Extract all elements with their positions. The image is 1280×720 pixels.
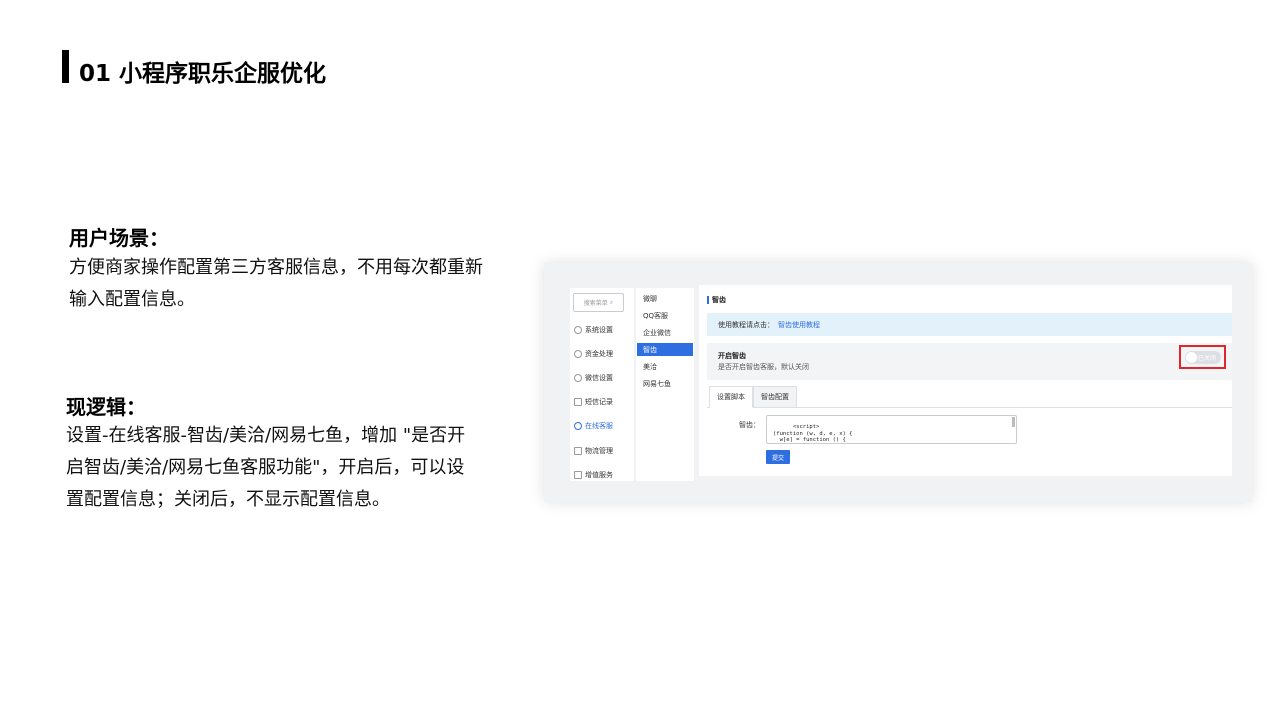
toggle-knob [1186, 352, 1197, 363]
headset-icon [574, 422, 582, 430]
tab-script[interactable]: 设置脚本 [709, 386, 753, 408]
nav-item-value-added[interactable]: 增值服务 [574, 466, 613, 484]
logic-heading: 现逻辑： [66, 395, 146, 419]
logic-line: 启智齿/美洽/网易七鱼客服功能"，开启后，可以设 [66, 457, 465, 478]
nav-item-logistics[interactable]: 物流管理 [574, 442, 613, 460]
textarea-scrollbar[interactable] [1012, 417, 1015, 427]
script-textarea[interactable]: <script> (function (w, d, e, x) { w[e] =… [766, 415, 1017, 444]
nav-item-label: 系统设置 [585, 326, 613, 334]
toggle-state: 已关闭 [1197, 355, 1216, 362]
scene-line: 输入配置信息。 [69, 289, 195, 310]
scene-body: 方便商家操作配置第三方客服信息，不用每次都重新 输入配置信息。 [69, 252, 483, 316]
tutorial-link[interactable]: 智齿使用教程 [778, 320, 820, 330]
nav-item-label: 增值服务 [585, 471, 613, 479]
nav-item-wechat-settings[interactable]: 微信设置 [574, 369, 613, 387]
tutorial-tip: 使用教程请点击： 智齿使用教程 [707, 313, 1232, 336]
enable-toggle[interactable]: 已关闭 [1185, 351, 1221, 364]
subnav-item-zhichi[interactable]: 智齿 [637, 343, 693, 356]
mail-icon [574, 398, 582, 406]
nav-item-label: 物流管理 [585, 447, 613, 455]
secondary-nav: 微聊 QQ客服 企业微信 智齿 美洽 网易七鱼 [636, 288, 694, 481]
tab-config[interactable]: 智齿配置 [753, 386, 797, 408]
script-field-label: 智齿： [739, 421, 760, 429]
logic-body: 设置-在线客服-智齿/美洽/网易七鱼，增加 "是否开 启智齿/美洽/网易七鱼客服… [66, 420, 465, 516]
nav-item-funds[interactable]: 资金处理 [574, 345, 613, 363]
logic-line: 设置-在线客服-智齿/美洽/网易七鱼，增加 "是否开 [66, 425, 466, 446]
coin-icon [574, 350, 582, 358]
nav-item-system-settings[interactable]: 系统设置 [574, 321, 613, 339]
search-placeholder: 搜索菜单 [583, 300, 608, 307]
subnav-item-wecom[interactable]: 企业微信 [637, 326, 693, 339]
nav-item-online-service[interactable]: 在线客服 [574, 417, 613, 435]
tip-text: 使用教程请点击： [718, 320, 774, 329]
nav-item-label: 资金处理 [585, 350, 613, 358]
script-code: <script> (function (w, d, e, x) { w[e] =… [773, 424, 853, 443]
tabs: 设置脚本 智齿配置 [707, 386, 1232, 408]
highlight-box: 已关闭 [1179, 345, 1226, 369]
main-title-text: 智齿 [712, 296, 726, 304]
nav-item-label: 在线客服 [585, 422, 613, 430]
truck-icon [574, 447, 582, 455]
scene-heading: 用户场景： [69, 226, 169, 250]
subnav-item-weiliao[interactable]: 微聊 [637, 292, 693, 305]
nav-item-label: 微信设置 [585, 374, 613, 382]
wechat-icon [574, 374, 582, 382]
subnav-item-meiqia[interactable]: 美洽 [637, 360, 693, 373]
subnav-item-qq[interactable]: QQ客服 [637, 309, 693, 322]
search-icon: ⌕ [609, 298, 614, 306]
primary-nav: 搜索菜单 ⌕ 系统设置 资金处理 微信设置 短信记录 在线客服 物流管理 增值服… [570, 288, 634, 481]
main-title: 智齿 [707, 295, 726, 305]
submit-button[interactable]: 提交 [766, 450, 790, 464]
menu-search-input[interactable]: 搜索菜单 ⌕ [573, 293, 624, 312]
chart-icon [574, 471, 582, 479]
settings-icon [574, 326, 582, 334]
scene-line: 方便商家操作配置第三方客服信息，不用每次都重新 [69, 257, 483, 278]
main-panel: 智齿 使用教程请点击： 智齿使用教程 开启智齿 是否开启智齿客服，默认关闭 已关… [699, 285, 1232, 476]
enable-description: 是否开启智齿客服，默认关闭 [718, 363, 809, 371]
nav-item-sms-records[interactable]: 短信记录 [574, 393, 613, 411]
settings-screenshot: 搜索菜单 ⌕ 系统设置 资金处理 微信设置 短信记录 在线客服 物流管理 增值服… [544, 263, 1252, 502]
page-title: 01 小程序职乐企服优化 [79, 61, 327, 87]
enable-row: 开启智齿 是否开启智齿客服，默认关闭 已关闭 [707, 343, 1232, 380]
subnav-item-qiyu[interactable]: 网易七鱼 [637, 377, 693, 390]
title-accent-bar [62, 50, 69, 83]
nav-item-label: 短信记录 [585, 398, 613, 406]
enable-title: 开启智齿 [718, 352, 746, 360]
logic-line: 置配置信息；关闭后，不显示配置信息。 [66, 489, 390, 510]
title-bar-accent [707, 296, 709, 304]
